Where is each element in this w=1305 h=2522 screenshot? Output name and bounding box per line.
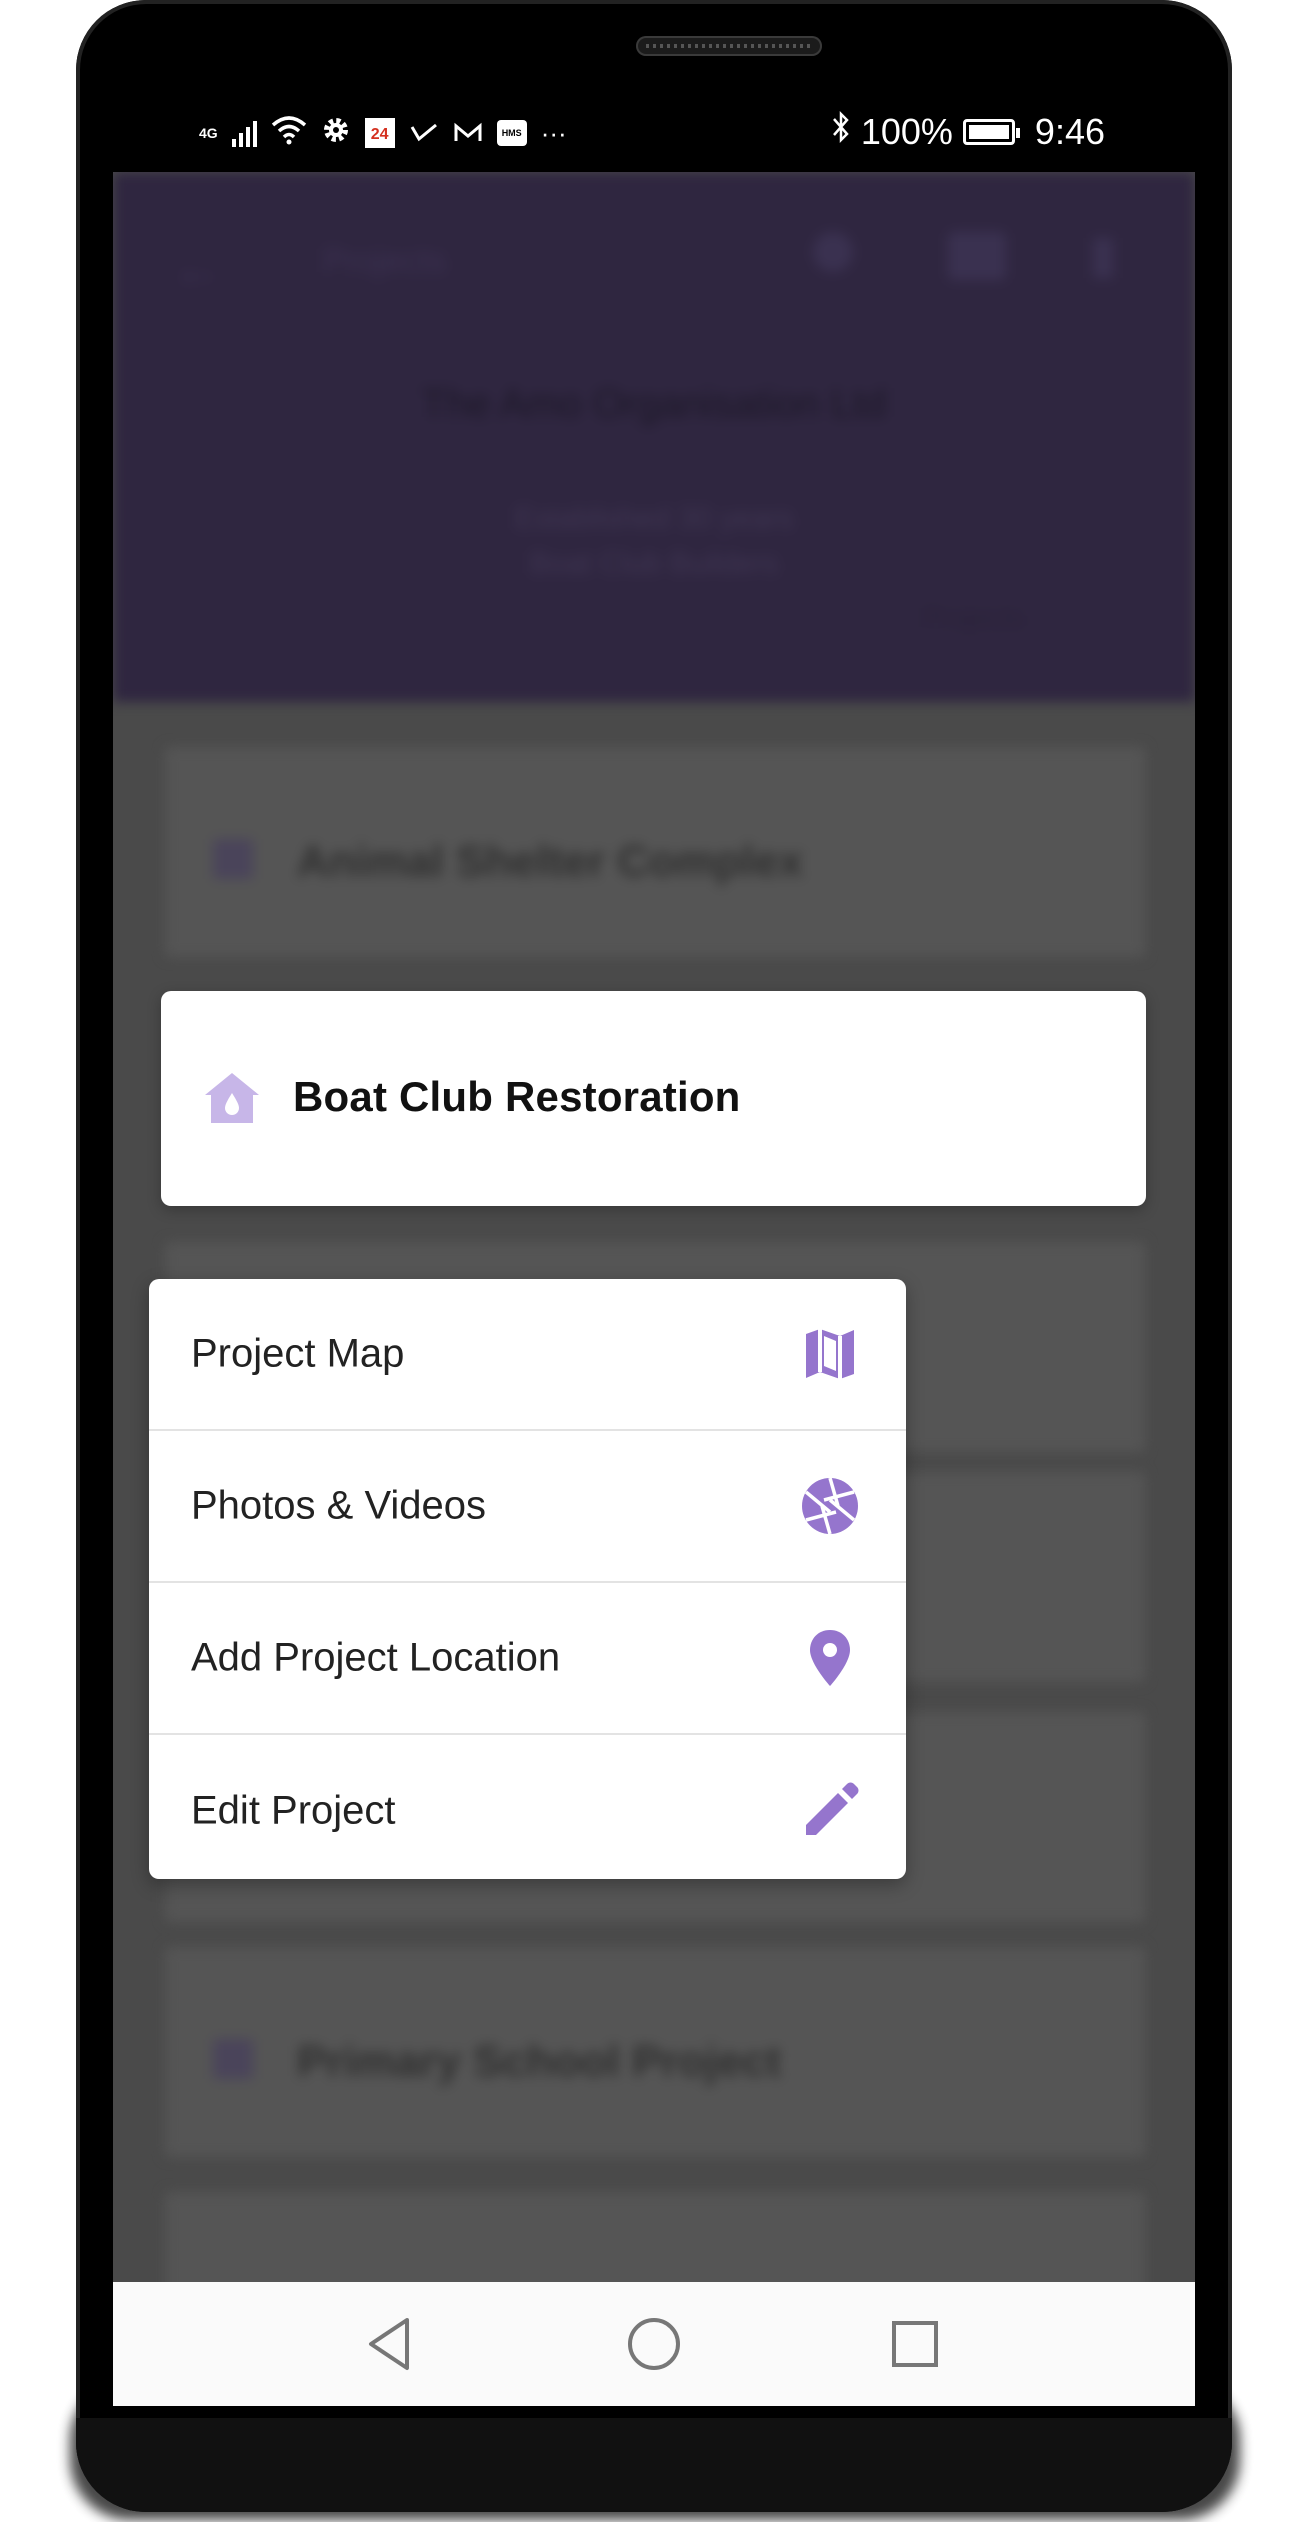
more-options-icon xyxy=(1093,238,1113,278)
bluetooth-icon xyxy=(831,110,851,153)
menu-item-label: Project Map xyxy=(191,1331,405,1376)
camera-aperture-icon xyxy=(802,1477,858,1535)
organisation-line-1: Established 30 years xyxy=(514,502,794,535)
system-navigation-bar xyxy=(113,2282,1195,2406)
menu-item-label: Edit Project xyxy=(191,1788,396,1833)
message-icon xyxy=(948,232,1006,280)
calendar-icon: 24 xyxy=(364,118,395,148)
organisation-line-2: Boat Club Builders xyxy=(529,547,779,580)
background-project-title: Primary School Project xyxy=(297,2037,782,2086)
recents-square-icon[interactable] xyxy=(883,2312,947,2376)
menu-item-edit-project[interactable]: Edit Project xyxy=(149,1735,906,1879)
background-project-card xyxy=(165,2192,1145,2282)
organisation-name: The Amo Organisation Ltd xyxy=(421,382,887,426)
menu-item-project-map[interactable]: Project Map xyxy=(149,1279,906,1431)
filter-label: Projects xyxy=(923,602,1025,633)
app-header: ← Projects The Amo Organisation Ltd Esta… xyxy=(113,172,1195,702)
signal-strength-icon xyxy=(231,119,257,147)
battery-charging-icon xyxy=(962,118,1020,145)
mail-icon xyxy=(453,112,483,154)
background-project-card: Primary School Project xyxy=(165,1947,1145,2157)
pencil-icon xyxy=(806,1782,859,1835)
phone-chin xyxy=(76,2418,1232,2512)
hms-icon: HMS xyxy=(496,120,527,146)
status-bar-left: 4G 24 HMS ··· xyxy=(199,112,567,154)
map-icon xyxy=(806,1329,854,1379)
search-icon xyxy=(813,232,853,272)
menu-item-photos-videos[interactable]: Photos & Videos xyxy=(149,1431,906,1583)
clock-time: 9:46 xyxy=(1034,110,1105,152)
check-notification-icon xyxy=(409,112,439,154)
background-project-title: Animal Shelter Complex xyxy=(297,837,804,886)
back-triangle-icon[interactable] xyxy=(359,2312,423,2376)
status-bar: 4G 24 HMS ··· 100% 9:46 xyxy=(113,100,1195,170)
location-pin-icon xyxy=(810,1630,850,1686)
home-water-icon xyxy=(205,1073,259,1123)
project-icon xyxy=(213,2039,253,2079)
blurred-background: ← Projects The Amo Organisation Ltd Esta… xyxy=(113,172,1195,2282)
network-type-indicator: 4G xyxy=(199,125,218,141)
background-project-card: Animal Shelter Complex xyxy=(165,747,1145,957)
project-icon xyxy=(213,839,253,879)
wifi-icon xyxy=(271,112,307,154)
status-bar-right: 100% 9:46 xyxy=(831,110,1105,153)
menu-item-label: Photos & Videos xyxy=(191,1483,487,1528)
project-context-menu: Project Map Photos & Videos Add Project … xyxy=(149,1279,906,1879)
settings-gear-icon xyxy=(321,112,351,154)
menu-item-label: Add Project Location xyxy=(191,1635,561,1680)
back-arrow-icon: ← xyxy=(173,243,221,296)
selected-project-card[interactable]: Boat Club Restoration xyxy=(161,991,1146,1206)
phone-speaker xyxy=(636,36,822,56)
more-notifications-icon: ··· xyxy=(540,117,567,148)
selected-project-title: Boat Club Restoration xyxy=(293,1073,741,1120)
home-circle-icon[interactable] xyxy=(622,2312,686,2376)
app-screen: ← Projects The Amo Organisation Ltd Esta… xyxy=(113,172,1195,2282)
header-title: Projects xyxy=(323,242,446,280)
menu-item-add-project-location[interactable]: Add Project Location xyxy=(149,1583,906,1735)
battery-percent: 100% xyxy=(860,110,953,152)
